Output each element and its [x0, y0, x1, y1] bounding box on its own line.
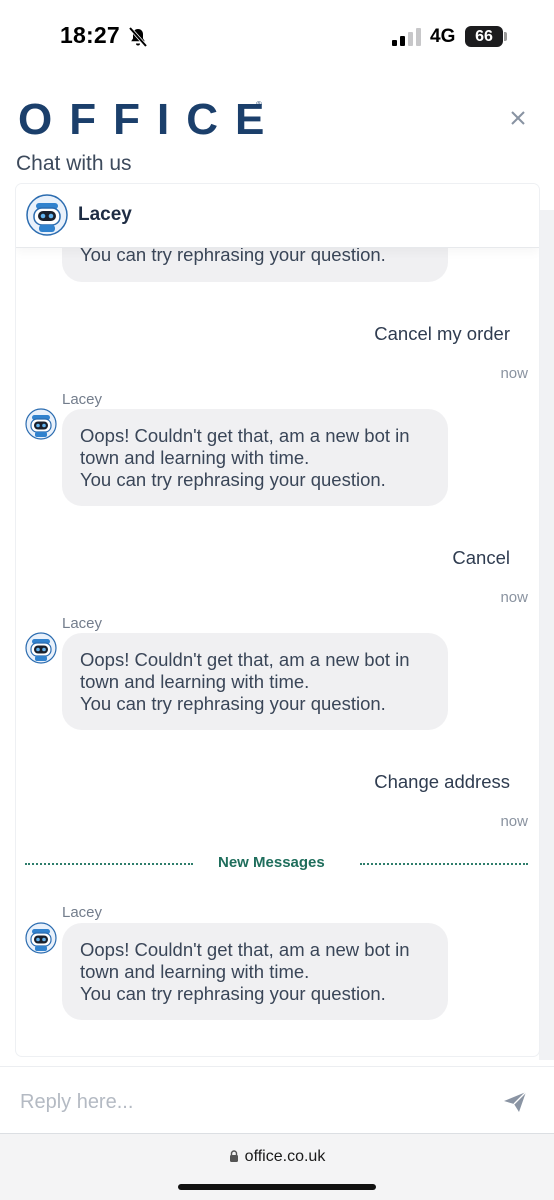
- message-text-line: You can try rephrasing your question.: [80, 469, 386, 490]
- reply-bar: [0, 1066, 554, 1134]
- message-text-line: town and learning with time.: [80, 447, 310, 468]
- message-text-line: Oops! Couldn't get that, am a new bot in: [80, 425, 410, 446]
- bell-slash-icon: [128, 26, 148, 48]
- message-text-line: Oops! Couldn't get that, am a new bot in: [80, 649, 410, 670]
- message-text-line: town and learning with time.: [80, 671, 310, 692]
- battery-indicator: 66: [465, 26, 503, 47]
- sender-name: Lacey: [62, 615, 103, 632]
- message-text-line: town and learning with time.: [80, 961, 310, 982]
- new-messages-divider-right: [360, 863, 528, 865]
- message-text-line: You can try rephrasing your question.: [80, 983, 386, 1004]
- battery-cap: [504, 32, 507, 41]
- user-message: Cancel: [452, 547, 510, 568]
- message-list: You can try rephrasing your question. Ca…: [16, 184, 539, 1056]
- message-timestamp: now: [500, 813, 528, 830]
- sender-name: Lacey: [62, 904, 103, 921]
- address-bar[interactable]: office.co.uk: [0, 1148, 554, 1166]
- network-label: 4G: [430, 26, 456, 47]
- close-button[interactable]: [505, 105, 531, 131]
- url-text: office.co.uk: [244, 1148, 326, 1165]
- message-text-line: You can try rephrasing your question.: [80, 693, 386, 714]
- agent-header: Lacey: [16, 184, 539, 248]
- chat-subtitle: Chat with us: [16, 152, 132, 175]
- message-timestamp: now: [500, 589, 528, 606]
- new-messages-divider: New Messages: [218, 854, 325, 871]
- page-backdrop: [539, 210, 554, 1060]
- bot-avatar-icon: [26, 194, 68, 236]
- brand-logo: OFFICE: [18, 95, 282, 144]
- bot-avatar-icon: [25, 922, 57, 954]
- reply-input[interactable]: [20, 1087, 480, 1117]
- status-bar: 18:27 4G 66: [0, 0, 554, 76]
- bot-message-bubble: Oops! Couldn't get that, am a new bot in…: [62, 633, 448, 730]
- chat-panel: Lacey You can try rephrasing your questi…: [16, 184, 539, 1056]
- agent-name: Lacey: [78, 204, 132, 225]
- status-time: 18:27: [60, 22, 120, 48]
- user-message: Change address: [374, 771, 510, 792]
- send-icon[interactable]: [502, 1090, 528, 1114]
- home-indicator[interactable]: [178, 1184, 376, 1190]
- user-message: Cancel my order: [374, 323, 510, 344]
- browser-footer: office.co.uk: [0, 1134, 554, 1200]
- message-timestamp: now: [500, 365, 528, 382]
- bot-message-bubble: Oops! Couldn't get that, am a new bot in…: [62, 923, 448, 1020]
- lock-icon: [229, 1150, 238, 1162]
- bot-message-bubble: Oops! Couldn't get that, am a new bot in…: [62, 409, 448, 506]
- brand-registered-mark: ®: [256, 100, 262, 109]
- signal-icon: [392, 28, 421, 46]
- new-messages-divider-left: [25, 863, 193, 865]
- close-icon: [511, 111, 525, 125]
- bot-avatar-icon: [25, 408, 57, 440]
- sender-name: Lacey: [62, 391, 103, 408]
- message-text-line: Oops! Couldn't get that, am a new bot in: [80, 939, 410, 960]
- bot-avatar-icon: [25, 632, 57, 664]
